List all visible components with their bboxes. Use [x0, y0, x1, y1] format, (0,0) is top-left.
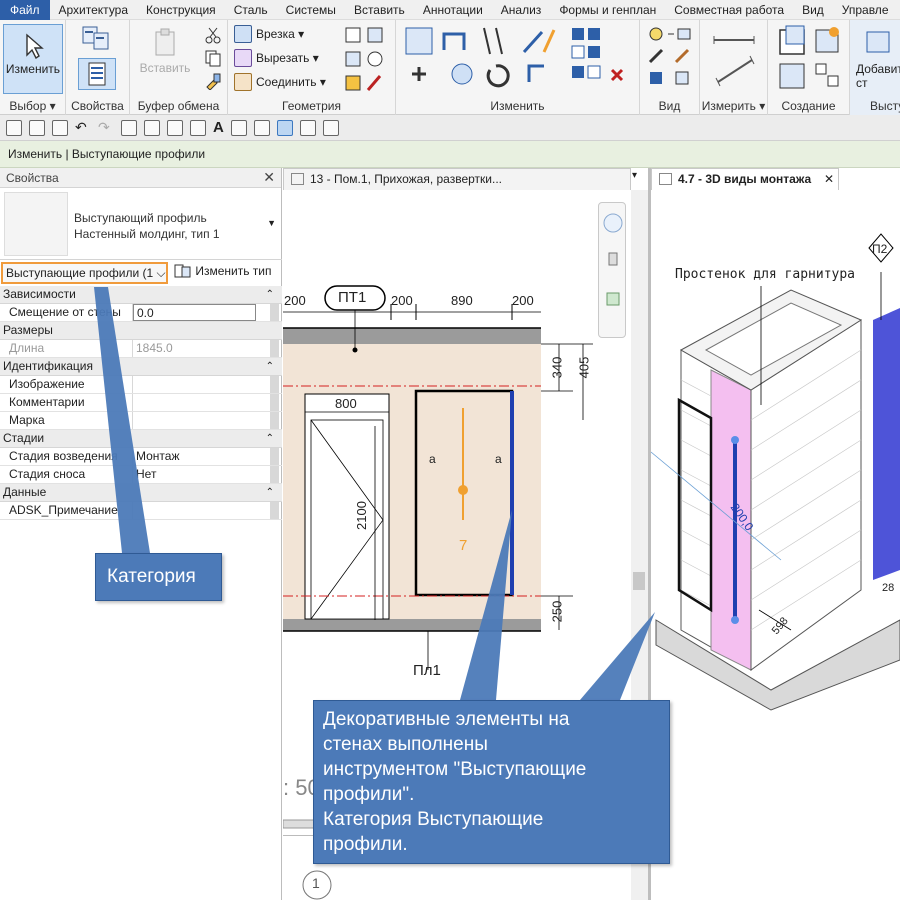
arrow-to-category: [94, 287, 150, 553]
arrow-to-elevation: [460, 510, 512, 700]
arrow-to-3d: [580, 612, 655, 700]
explanation-callout: Декоративные элементы на стенах выполнен…: [313, 700, 670, 864]
category-callout: Категория: [95, 553, 222, 601]
revit-window: Файл Архитектура Конструкция Сталь Систе…: [0, 0, 900, 900]
